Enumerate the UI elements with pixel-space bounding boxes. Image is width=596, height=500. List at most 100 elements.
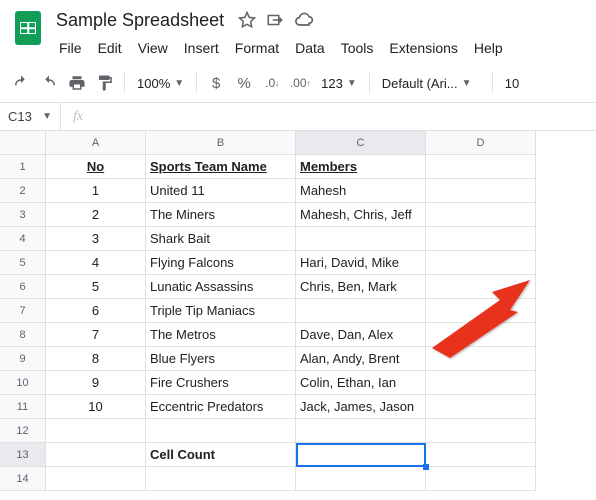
cell-d3[interactable] [426, 203, 536, 227]
cell-a1[interactable]: No [46, 155, 146, 179]
move-icon[interactable] [266, 11, 284, 29]
cell-d4[interactable] [426, 227, 536, 251]
cell-a9[interactable]: 8 [46, 347, 146, 371]
fill-handle[interactable] [423, 464, 429, 470]
zoom-select[interactable]: 100%▼ [131, 70, 190, 96]
cell-b2[interactable]: United 11 [146, 179, 296, 203]
menu-extensions[interactable]: Extensions [382, 36, 464, 60]
row-header-3[interactable]: 3 [0, 203, 46, 227]
number-format-select[interactable]: 123▼ [315, 70, 363, 96]
menu-tools[interactable]: Tools [334, 36, 381, 60]
doc-title[interactable]: Sample Spreadsheet [52, 10, 228, 31]
cell-b13[interactable]: Cell Count [146, 443, 296, 467]
cell-a10[interactable]: 9 [46, 371, 146, 395]
cell-b10[interactable]: Fire Crushers [146, 371, 296, 395]
menu-format[interactable]: Format [228, 36, 286, 60]
row-header-13[interactable]: 13 [0, 443, 46, 467]
cell-c8[interactable]: Dave, Dan, Alex [296, 323, 426, 347]
cell-d10[interactable] [426, 371, 536, 395]
row-header-7[interactable]: 7 [0, 299, 46, 323]
col-header-d[interactable]: D [426, 131, 536, 155]
menu-help[interactable]: Help [467, 36, 510, 60]
cell-a5[interactable]: 4 [46, 251, 146, 275]
undo-button[interactable] [8, 70, 34, 96]
percent-button[interactable]: % [231, 70, 257, 96]
cell-c9[interactable]: Alan, Andy, Brent [296, 347, 426, 371]
row-header-11[interactable]: 11 [0, 395, 46, 419]
row-header-12[interactable]: 12 [0, 419, 46, 443]
cell-c7[interactable] [296, 299, 426, 323]
cell-a6[interactable]: 5 [46, 275, 146, 299]
decrease-decimal-button[interactable]: .0↓ [259, 70, 285, 96]
col-header-a[interactable]: A [46, 131, 146, 155]
menu-file[interactable]: File [52, 36, 89, 60]
row-header-10[interactable]: 10 [0, 371, 46, 395]
menu-view[interactable]: View [131, 36, 175, 60]
cell-c14[interactable] [296, 467, 426, 491]
col-header-b[interactable]: B [146, 131, 296, 155]
cell-c10[interactable]: Colin, Ethan, Ian [296, 371, 426, 395]
row-header-4[interactable]: 4 [0, 227, 46, 251]
cell-c6[interactable]: Chris, Ben, Mark [296, 275, 426, 299]
cell-d9[interactable] [426, 347, 536, 371]
cloud-status-icon[interactable] [294, 10, 314, 30]
cell-d5[interactable] [426, 251, 536, 275]
cell-d1[interactable] [426, 155, 536, 179]
row-header-8[interactable]: 8 [0, 323, 46, 347]
cell-b7[interactable]: Triple Tip Maniacs [146, 299, 296, 323]
cell-b4[interactable]: Shark Bait [146, 227, 296, 251]
cell-a4[interactable]: 3 [46, 227, 146, 251]
paint-format-button[interactable] [92, 70, 118, 96]
cell-b14[interactable] [146, 467, 296, 491]
row-header-2[interactable]: 2 [0, 179, 46, 203]
row-header-5[interactable]: 5 [0, 251, 46, 275]
font-size-input[interactable]: 10 [499, 70, 525, 96]
formula-input[interactable] [95, 103, 596, 130]
menu-insert[interactable]: Insert [177, 36, 226, 60]
cell-d6[interactable] [426, 275, 536, 299]
row-header-1[interactable]: 1 [0, 155, 46, 179]
cell-a11[interactable]: 10 [46, 395, 146, 419]
increase-decimal-button[interactable]: .00↑ [287, 70, 313, 96]
select-all-corner[interactable] [0, 131, 46, 155]
row-header-14[interactable]: 14 [0, 467, 46, 491]
cell-c1[interactable]: Members [296, 155, 426, 179]
font-select[interactable]: Default (Ari...▼ [376, 70, 486, 96]
cell-a8[interactable]: 7 [46, 323, 146, 347]
cell-b6[interactable]: Lunatic Assassins [146, 275, 296, 299]
cell-c5[interactable]: Hari, David, Mike [296, 251, 426, 275]
menu-data[interactable]: Data [288, 36, 332, 60]
cell-c3[interactable]: Mahesh, Chris, Jeff [296, 203, 426, 227]
cell-d2[interactable] [426, 179, 536, 203]
cell-c2[interactable]: Mahesh [296, 179, 426, 203]
star-icon[interactable] [238, 11, 256, 29]
row-header-9[interactable]: 9 [0, 347, 46, 371]
currency-button[interactable]: $ [203, 70, 229, 96]
cell-d14[interactable] [426, 467, 536, 491]
cell-c4[interactable] [296, 227, 426, 251]
cell-a13[interactable] [46, 443, 146, 467]
cell-d8[interactable] [426, 323, 536, 347]
col-header-c[interactable]: C [296, 131, 426, 155]
cell-d13[interactable] [426, 443, 536, 467]
cell-b1[interactable]: Sports Team Name [146, 155, 296, 179]
cell-d12[interactable] [426, 419, 536, 443]
cell-d11[interactable] [426, 395, 536, 419]
cell-b9[interactable]: Blue Flyers [146, 347, 296, 371]
cell-b12[interactable] [146, 419, 296, 443]
cell-b8[interactable]: The Metros [146, 323, 296, 347]
cell-c13[interactable] [296, 443, 426, 467]
redo-button[interactable] [36, 70, 62, 96]
menu-edit[interactable]: Edit [91, 36, 129, 60]
cell-a7[interactable]: 6 [46, 299, 146, 323]
row-header-6[interactable]: 6 [0, 275, 46, 299]
cell-a3[interactable]: 2 [46, 203, 146, 227]
cell-c12[interactable] [296, 419, 426, 443]
cell-b3[interactable]: The Miners [146, 203, 296, 227]
sheets-logo[interactable] [8, 8, 48, 48]
name-box[interactable]: C13▼ [0, 109, 60, 124]
cell-b11[interactable]: Eccentric Predators [146, 395, 296, 419]
cell-a2[interactable]: 1 [46, 179, 146, 203]
cell-b5[interactable]: Flying Falcons [146, 251, 296, 275]
print-button[interactable] [64, 70, 90, 96]
